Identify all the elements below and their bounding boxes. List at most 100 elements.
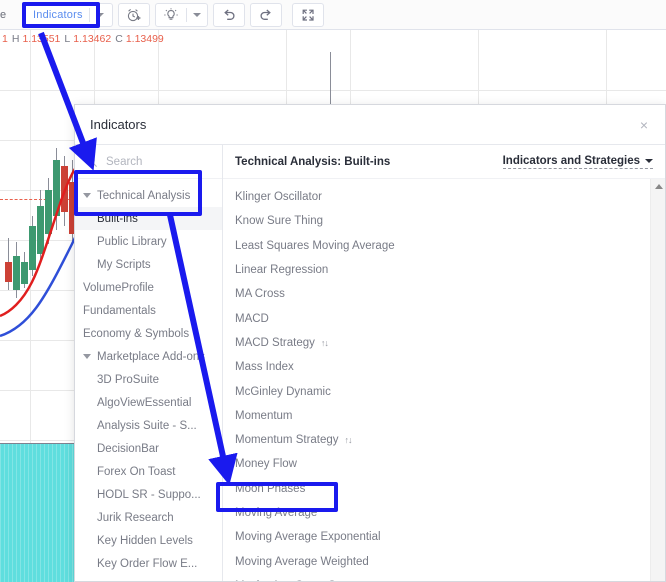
sidebar-item-label: Analysis Suite - S... (97, 419, 197, 432)
fullscreen-button[interactable] (291, 2, 324, 27)
sidebar-item[interactable]: Analysis Suite - S... (75, 414, 222, 437)
indicator-label: MACD (235, 312, 269, 325)
sidebar-item[interactable]: Jurik Research (75, 506, 222, 529)
sidebar-item[interactable]: VolumeProfile (75, 276, 222, 299)
indicator-label: Linear Regression (235, 264, 329, 277)
sidebar-item-label: Low Base - MTF (97, 581, 181, 582)
indicator-label: McGinley Dynamic (235, 385, 331, 398)
sidebar-item-label: Jurik Research (97, 511, 174, 524)
content-heading: Technical Analysis: Built-ins (235, 155, 391, 168)
alarm-clock-add-icon (125, 6, 143, 24)
redo-button[interactable] (249, 2, 282, 27)
indicator-list-item[interactable]: MACD Strategy ↑↓ (223, 331, 665, 355)
indicator-list-item[interactable]: Momentum (223, 404, 665, 428)
indicator-list-item[interactable]: Least Squares Moving Average (223, 234, 665, 258)
vertical-scrollbar[interactable] (650, 179, 665, 581)
sidebar-item-label: AlgoViewEssential (97, 396, 192, 409)
indicator-label: Moving Average (235, 507, 318, 519)
indicator-list-item[interactable]: Linear Regression (223, 258, 665, 282)
indicator-list-item[interactable]: Money Flow (223, 452, 665, 476)
chevron-down-icon[interactable] (83, 193, 91, 198)
indicator-list-item[interactable]: MovingAvg Cross Strategy↑↓ (223, 574, 665, 581)
sidebar-item[interactable]: Economy & Symbols (75, 322, 222, 345)
app-root: e Indicators 1 H 1.13551 L 1.13462 C 1.1… (0, 0, 666, 582)
indicator-list-item[interactable]: Klinger Oscillator (223, 185, 665, 209)
sidebar-item-label: Fundamentals (83, 304, 156, 317)
sidebar-item[interactable]: Key Order Flow E... (75, 552, 222, 575)
indicator-label: Least Squares Moving Average (235, 239, 395, 252)
undo-button[interactable] (212, 2, 245, 27)
dropdown-label: Indicators and Strategies (502, 154, 640, 167)
indicator-list-item[interactable]: Moving Average Exponential (223, 525, 665, 549)
chevron-down-icon[interactable] (192, 12, 201, 17)
dialog-header: Indicators × (75, 105, 665, 145)
dialog-content: Technical Analysis: Built-ins Indicators… (223, 145, 665, 581)
ideas-button[interactable] (154, 2, 208, 27)
sidebar-item[interactable]: HODL SR - Suppo... (75, 483, 222, 506)
lightbulb-icon (162, 6, 180, 24)
indicator-list-item[interactable]: Momentum Strategy ↑↓ (223, 428, 665, 452)
sidebar-item[interactable]: Low Base - MTF (75, 575, 222, 582)
sidebar-item[interactable]: Marketplace Add-ons (75, 345, 222, 368)
chart-toolbar: e Indicators (0, 0, 666, 30)
sidebar-item[interactable]: Public Library (75, 230, 222, 253)
ohlc-low-value: 1.13462 (73, 33, 112, 45)
indicator-list-item[interactable]: Know Sure Thing (223, 209, 665, 233)
indicator-list-item[interactable]: Moving Average (223, 501, 665, 525)
indicator-label: Money Flow (235, 458, 297, 471)
sidebar-item[interactable]: DecisionBar (75, 437, 222, 460)
divider (88, 7, 90, 22)
sidebar-nav-list: Technical Analysis Built-ins Public Librar… (75, 179, 222, 581)
chevron-down-icon[interactable] (95, 12, 104, 17)
ohlc-high-value: 1.13551 (22, 33, 61, 45)
sidebar-item-label: Forex On Toast (97, 465, 176, 478)
ohlc-low-key: L (64, 33, 71, 45)
sidebar-item[interactable]: AlgoViewEssential (75, 391, 222, 414)
strategy-badge-icon: ↑↓ (320, 337, 329, 348)
sidebar-item[interactable]: Fundamentals (75, 299, 222, 322)
indicator-label: MACD Strategy (235, 336, 315, 349)
alerts-button[interactable] (117, 2, 150, 27)
indicator-list-item[interactable]: MA Cross (223, 282, 665, 306)
indicator-list-item[interactable]: Moving Average Weighted (223, 549, 665, 573)
sidebar-item-label: Key Hidden Levels (97, 534, 193, 547)
sidebar-item-label: Marketplace Add-ons (97, 350, 206, 363)
indicators-button-label: Indicators (33, 8, 83, 21)
indicator-label: MovingAvg Cross Strategy (235, 580, 371, 581)
sidebar-item[interactable]: Technical Analysis (75, 184, 222, 207)
dialog-body: Technical Analysis Built-ins Public Librar… (75, 145, 665, 581)
sidebar-item-label: DecisionBar (97, 442, 159, 455)
indicator-label: Mass Index (235, 361, 294, 374)
indicator-label: MA Cross (235, 288, 285, 301)
sidebar-item[interactable]: 3D ProSuite (75, 368, 222, 391)
indicator-list-item[interactable]: McGinley Dynamic (223, 379, 665, 403)
indicator-list-item[interactable]: Mass Index (223, 355, 665, 379)
indicators-and-strategies-dropdown[interactable]: Indicators and Strategies (502, 154, 653, 169)
sidebar-item-label: 3D ProSuite (97, 373, 160, 386)
indicator-list-item[interactable]: MACD (223, 306, 665, 330)
ohlc-high-key: H (11, 33, 20, 45)
indicators-button[interactable]: Indicators (22, 2, 113, 27)
sidebar-item[interactable]: My Scripts (75, 253, 222, 276)
close-icon[interactable]: × (635, 116, 653, 134)
chevron-down-icon (645, 158, 653, 163)
search-input[interactable] (104, 154, 204, 169)
strategy-badge-icon: ↑↓ (344, 435, 353, 446)
search-row[interactable] (75, 145, 222, 179)
search-icon (85, 155, 98, 168)
indicator-label: Momentum Strategy (235, 434, 339, 447)
sidebar-item[interactable]: Key Hidden Levels (75, 529, 222, 552)
sidebar-item[interactable]: Built-ins (75, 207, 222, 230)
sidebar-item[interactable]: Forex On Toast (75, 460, 222, 483)
indicator-list-item[interactable]: Moon Phases (223, 477, 665, 501)
sidebar-item-label: Economy & Symbols (83, 327, 190, 340)
scroll-up-arrow-icon[interactable] (651, 179, 666, 193)
ohlc-legend: 1 H 1.13551 L 1.13462 C 1.13499 (2, 31, 166, 47)
chevron-down-icon[interactable] (83, 354, 91, 359)
sidebar-item-label: HODL SR - Suppo... (97, 488, 201, 501)
sidebar-item-label: My Scripts (97, 258, 151, 271)
indicator-list: Klinger Oscillator Know Sure Thing Least S… (223, 179, 665, 581)
toolbar-left-edge: e (0, 8, 7, 21)
indicator-label: Momentum (235, 409, 293, 422)
redo-icon (257, 6, 275, 24)
